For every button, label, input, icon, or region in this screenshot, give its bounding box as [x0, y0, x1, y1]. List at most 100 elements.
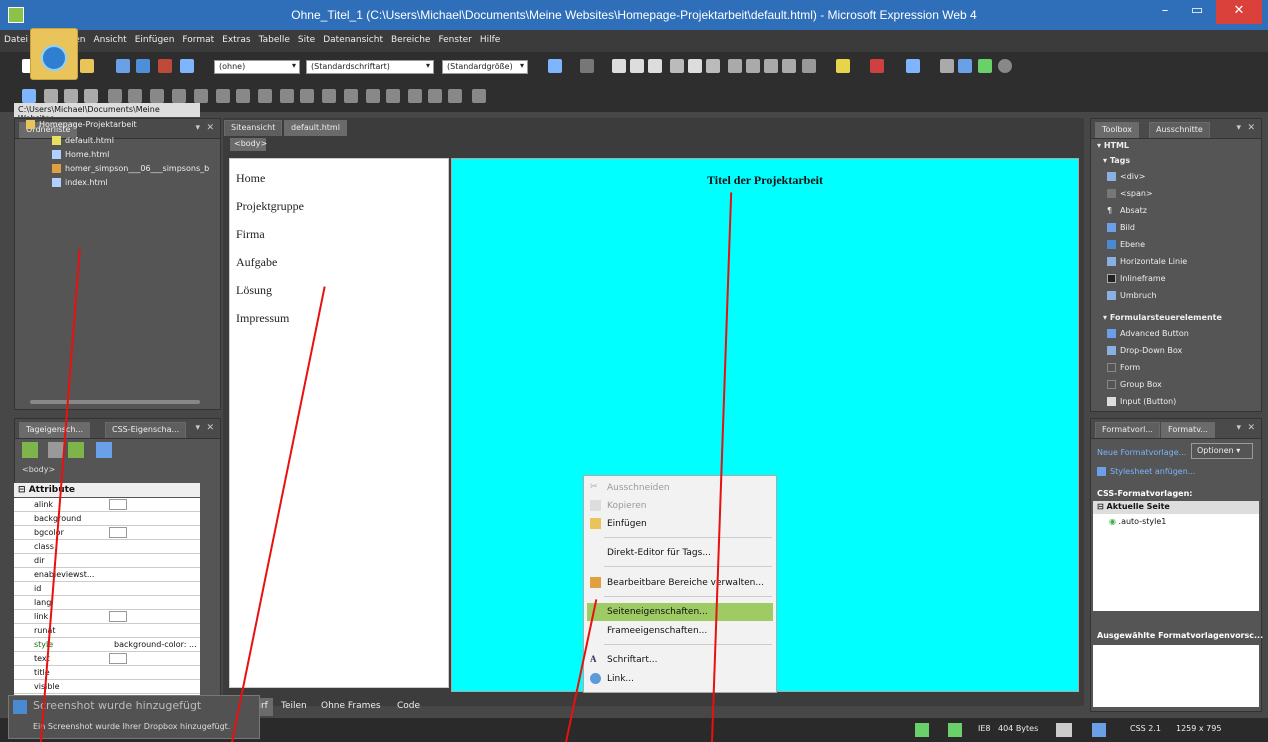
border-icon[interactable] [802, 59, 816, 73]
font-color-icon[interactable] [870, 59, 884, 73]
nav-link-projektgruppe[interactable]: Projektgruppe [236, 199, 304, 214]
tab-code[interactable]: Code [392, 698, 425, 716]
redo-icon[interactable] [580, 59, 594, 73]
prop-row-visible[interactable]: visible [14, 680, 200, 694]
distribute-rows-icon[interactable] [216, 89, 230, 103]
menu-site[interactable]: Site [294, 30, 319, 45]
close-panel-icon[interactable]: ✕ [1247, 123, 1255, 133]
align-middle-icon[interactable] [172, 89, 186, 103]
color-swatch[interactable] [109, 611, 127, 622]
italic-icon[interactable] [630, 59, 644, 73]
toolbox-item-form[interactable]: Form [1107, 363, 1140, 372]
menu-hilfe[interactable]: Hilfe [476, 30, 504, 45]
style-item[interactable]: ◉ .auto-style1 [1109, 517, 1166, 526]
menu-item-kopieren[interactable]: Kopieren [587, 497, 773, 515]
tab-toolbox[interactable]: Toolbox [1095, 122, 1139, 138]
menu-datei[interactable]: Datei [0, 30, 32, 45]
picture-icon[interactable] [958, 59, 972, 73]
visual-aids-icon[interactable] [1056, 723, 1072, 737]
auto-stretch-icon[interactable] [472, 89, 486, 103]
toolbox-section-html[interactable]: ▾ HTML [1097, 141, 1129, 150]
open-folder-icon[interactable] [80, 59, 94, 73]
tree-item-homer[interactable]: homer_simpson___06___simpsons_b [52, 164, 209, 173]
close-panel-icon[interactable]: ✕ [206, 123, 214, 133]
page-check-icon[interactable] [948, 723, 962, 737]
highlight-icon[interactable] [836, 59, 850, 73]
eraser-icon[interactable] [386, 89, 400, 103]
horizontal-scrollbar[interactable] [30, 400, 200, 404]
nav-link-impressum[interactable]: Impressum [236, 311, 289, 326]
menu-item-link[interactable]: Link... [587, 670, 773, 688]
bold-icon[interactable] [612, 59, 626, 73]
menu-item-bearbeitbare-bereiche[interactable]: Bearbeitbare Bereiche verwalten... [587, 574, 773, 592]
close-button[interactable]: ✕ [1216, 0, 1262, 24]
web-component-icon[interactable] [978, 59, 992, 73]
site-icon[interactable] [136, 59, 150, 73]
underline-icon[interactable] [648, 59, 662, 73]
tree-item-root[interactable]: Homepage-Projektarbeit [26, 120, 137, 129]
undo-icon[interactable] [548, 59, 562, 73]
align-bottom-icon[interactable] [194, 89, 208, 103]
tree-item-default[interactable]: default.html [52, 136, 114, 145]
lock-aspect-icon[interactable] [448, 89, 462, 103]
merge-cell-icon[interactable] [128, 89, 142, 103]
page-resolution[interactable]: 1259 x 795 [1176, 724, 1221, 733]
decrease-indent-icon[interactable] [764, 59, 778, 73]
prop-row-bgcolor[interactable]: bgcolor [14, 526, 200, 540]
align-left-icon[interactable] [670, 59, 684, 73]
pin-icon[interactable]: ▾ [195, 423, 200, 433]
publish-icon[interactable] [116, 59, 130, 73]
toolbox-item-ebene[interactable]: Ebene [1107, 240, 1145, 249]
nav-link-home[interactable]: Home [236, 171, 265, 186]
menu-item-direkt-editor[interactable]: Direkt-Editor für Tags... [587, 544, 773, 562]
breadcrumb[interactable]: <body> [230, 138, 267, 151]
page-heading[interactable]: Titel der Projektarbeit [452, 173, 1078, 188]
prop-row-lang[interactable]: lang [14, 596, 200, 610]
menu-format[interactable]: Format [178, 30, 218, 45]
tab-tag-properties[interactable]: Tageigensch... [19, 422, 91, 438]
tab-ohne-frames[interactable]: Ohne Frames [316, 698, 386, 716]
autofit-icon[interactable] [258, 89, 272, 103]
toolbox-item-group-box[interactable]: Group Box [1107, 380, 1162, 389]
tab-siteansicht[interactable]: Siteansicht [224, 120, 283, 136]
insert-column-icon[interactable] [64, 89, 78, 103]
color-swatch[interactable] [109, 527, 127, 538]
css-version[interactable]: CSS 2.1 [1130, 724, 1161, 733]
browser-preview-icon[interactable] [915, 723, 929, 737]
tree-item-home[interactable]: Home.html [52, 150, 109, 159]
close-panel-icon[interactable]: ✕ [1247, 423, 1255, 433]
layer-icon[interactable] [906, 59, 920, 73]
categorized-view-icon[interactable] [22, 442, 38, 458]
toolbox-section-tags[interactable]: ▾ Tags [1103, 156, 1130, 165]
current-page-group[interactable]: ⊟ Aktuelle Seite [1093, 501, 1259, 514]
browser-version[interactable]: IE8 [978, 724, 991, 733]
prop-row-title[interactable]: title [14, 666, 200, 680]
menu-bereiche[interactable]: Bereiche [387, 30, 434, 45]
nav-link-loesung[interactable]: Lösung [236, 283, 272, 298]
toolbox-item-inlineframe[interactable]: Inlineframe [1107, 274, 1166, 283]
media-icon[interactable] [998, 59, 1012, 73]
prop-row-runat[interactable]: runat [14, 624, 200, 638]
properties-toolbar-icon[interactable] [96, 442, 112, 458]
options-button[interactable]: Optionen ▾ [1191, 443, 1253, 459]
nav-link-aufgabe[interactable]: Aufgabe [236, 255, 277, 270]
tab-default-html[interactable]: default.html [284, 120, 347, 136]
prop-row-alink[interactable]: alink [14, 498, 200, 512]
color-swatch[interactable] [109, 499, 127, 510]
increase-indent-icon[interactable] [782, 59, 796, 73]
align-right-icon[interactable] [706, 59, 720, 73]
attach-stylesheet-link[interactable]: Stylesheet anfügen... [1097, 467, 1195, 476]
maximize-button[interactable]: ▭ [1182, 0, 1212, 24]
prop-row-link[interactable]: link [14, 610, 200, 624]
align-top-icon[interactable] [150, 89, 164, 103]
menu-datenansicht[interactable]: Datenansicht [319, 30, 387, 45]
draw-table-icon[interactable] [366, 89, 380, 103]
preview-icon[interactable] [180, 59, 194, 73]
tree-item-index[interactable]: index.html [52, 178, 108, 187]
color-swatch[interactable] [109, 653, 127, 664]
menu-ansicht[interactable]: Ansicht [89, 30, 130, 45]
fill-color-icon[interactable] [280, 89, 294, 103]
align-center-icon[interactable] [688, 59, 702, 73]
prop-row-class[interactable]: class [14, 540, 200, 554]
menu-fenster[interactable]: Fenster [434, 30, 475, 45]
